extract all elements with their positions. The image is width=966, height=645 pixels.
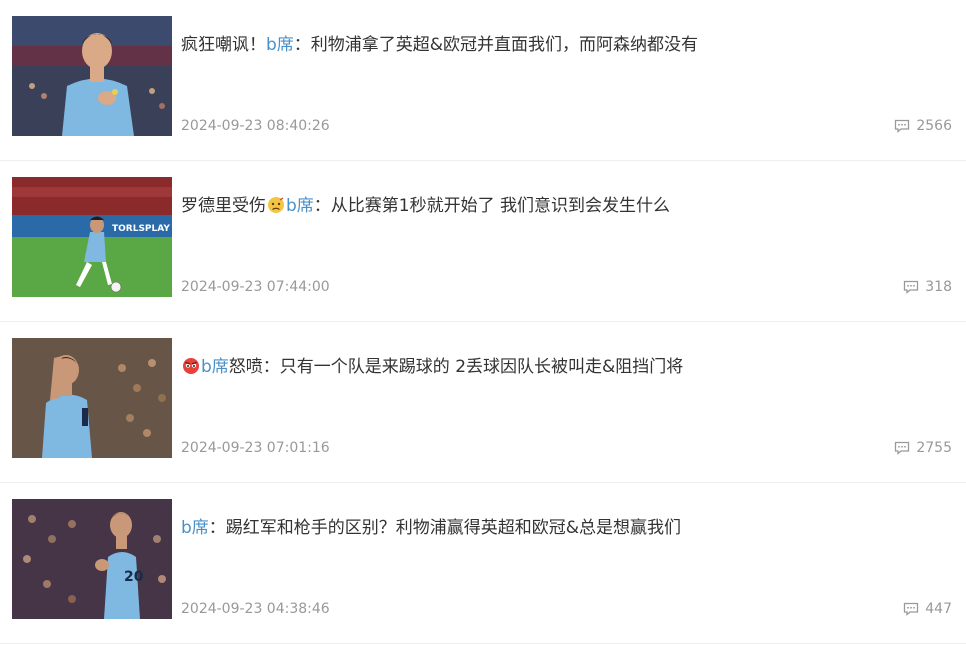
comment-number: 2566 (916, 118, 952, 134)
comment-count[interactable]: 2755 (894, 440, 952, 456)
player-tag[interactable]: b席 (286, 196, 314, 216)
news-item[interactable]: b席怒喷：只有一个队是来踢球的 2丢球因队长被叫走&阻挡门将 2024-09-2… (0, 322, 966, 483)
comment-icon (895, 119, 910, 133)
news-feed: 疯狂嘲讽！b席：利物浦拿了英超&欧冠并直面我们，而阿森纳都没有 2024-09-… (0, 0, 966, 645)
news-item[interactable]: 20 b席：踢红军和枪手的区别？利物浦赢得英超和欧冠&总是想赢我们 2024-0… (0, 483, 966, 644)
title-text: ：从比赛第1秒就开始了 我们意识到会发生什么 (313, 196, 671, 216)
player-tag[interactable]: b席 (181, 518, 209, 538)
angry-face-emoji (183, 358, 199, 374)
news-thumbnail[interactable]: TORLSPLAY (12, 177, 172, 297)
news-item[interactable]: 疯狂嘲讽！b席：利物浦拿了英超&欧冠并直面我们，而阿森纳都没有 2024-09-… (0, 0, 966, 161)
publish-time: 2024-09-23 08:40:26 (181, 118, 330, 134)
news-title[interactable]: 疯狂嘲讽！b席：利物浦拿了英超&欧冠并直面我们，而阿森纳都没有 (181, 33, 698, 57)
publish-time: 2024-09-23 07:01:16 (181, 440, 330, 456)
comment-icon (895, 441, 910, 455)
sad-face-emoji (268, 197, 284, 213)
player-tag[interactable]: b席 (266, 35, 294, 55)
svg-text:TORLSPLAY: TORLSPLAY (112, 224, 170, 234)
news-thumbnail[interactable] (12, 338, 172, 458)
title-text: ：踢红军和枪手的区别？利物浦赢得英超和欧冠&总是想赢我们 (208, 518, 682, 538)
title-text: ：利物浦拿了英超&欧冠并直面我们，而阿森纳都没有 (293, 35, 699, 55)
news-title[interactable]: b席怒喷：只有一个队是来踢球的 2丢球因队长被叫走&阻挡门将 (181, 355, 683, 379)
news-title[interactable]: 罗德里受伤 b席：从比赛第1秒就开始了 我们意识到会发生什么 (181, 194, 670, 218)
comment-number: 447 (925, 601, 952, 617)
news-thumbnail[interactable]: 20 (12, 499, 172, 619)
publish-time: 2024-09-23 07:44:00 (181, 279, 330, 295)
comment-icon (904, 280, 919, 294)
title-text: 怒喷：只有一个队是来踢球的 2丢球因队长被叫走&阻挡门将 (228, 357, 684, 377)
comment-number: 2755 (916, 440, 952, 456)
news-title[interactable]: b席：踢红军和枪手的区别？利物浦赢得英超和欧冠&总是想赢我们 (181, 516, 681, 540)
publish-time: 2024-09-23 04:38:46 (181, 601, 330, 617)
player-tag[interactable]: b席 (201, 357, 229, 377)
comment-count[interactable]: 2566 (894, 118, 952, 134)
comment-icon (904, 602, 919, 616)
comment-number: 318 (925, 279, 952, 295)
svg-text:20: 20 (124, 569, 144, 585)
comment-count[interactable]: 447 (903, 601, 952, 617)
title-text: 疯狂嘲讽！ (181, 35, 266, 55)
title-text: 罗德里受伤 (181, 196, 266, 216)
news-thumbnail[interactable] (12, 16, 172, 136)
comment-count[interactable]: 318 (903, 279, 952, 295)
news-item[interactable]: TORLSPLAY 罗德里受伤 b席：从比赛第1秒就开始了 我们意识到会发生什么… (0, 161, 966, 322)
